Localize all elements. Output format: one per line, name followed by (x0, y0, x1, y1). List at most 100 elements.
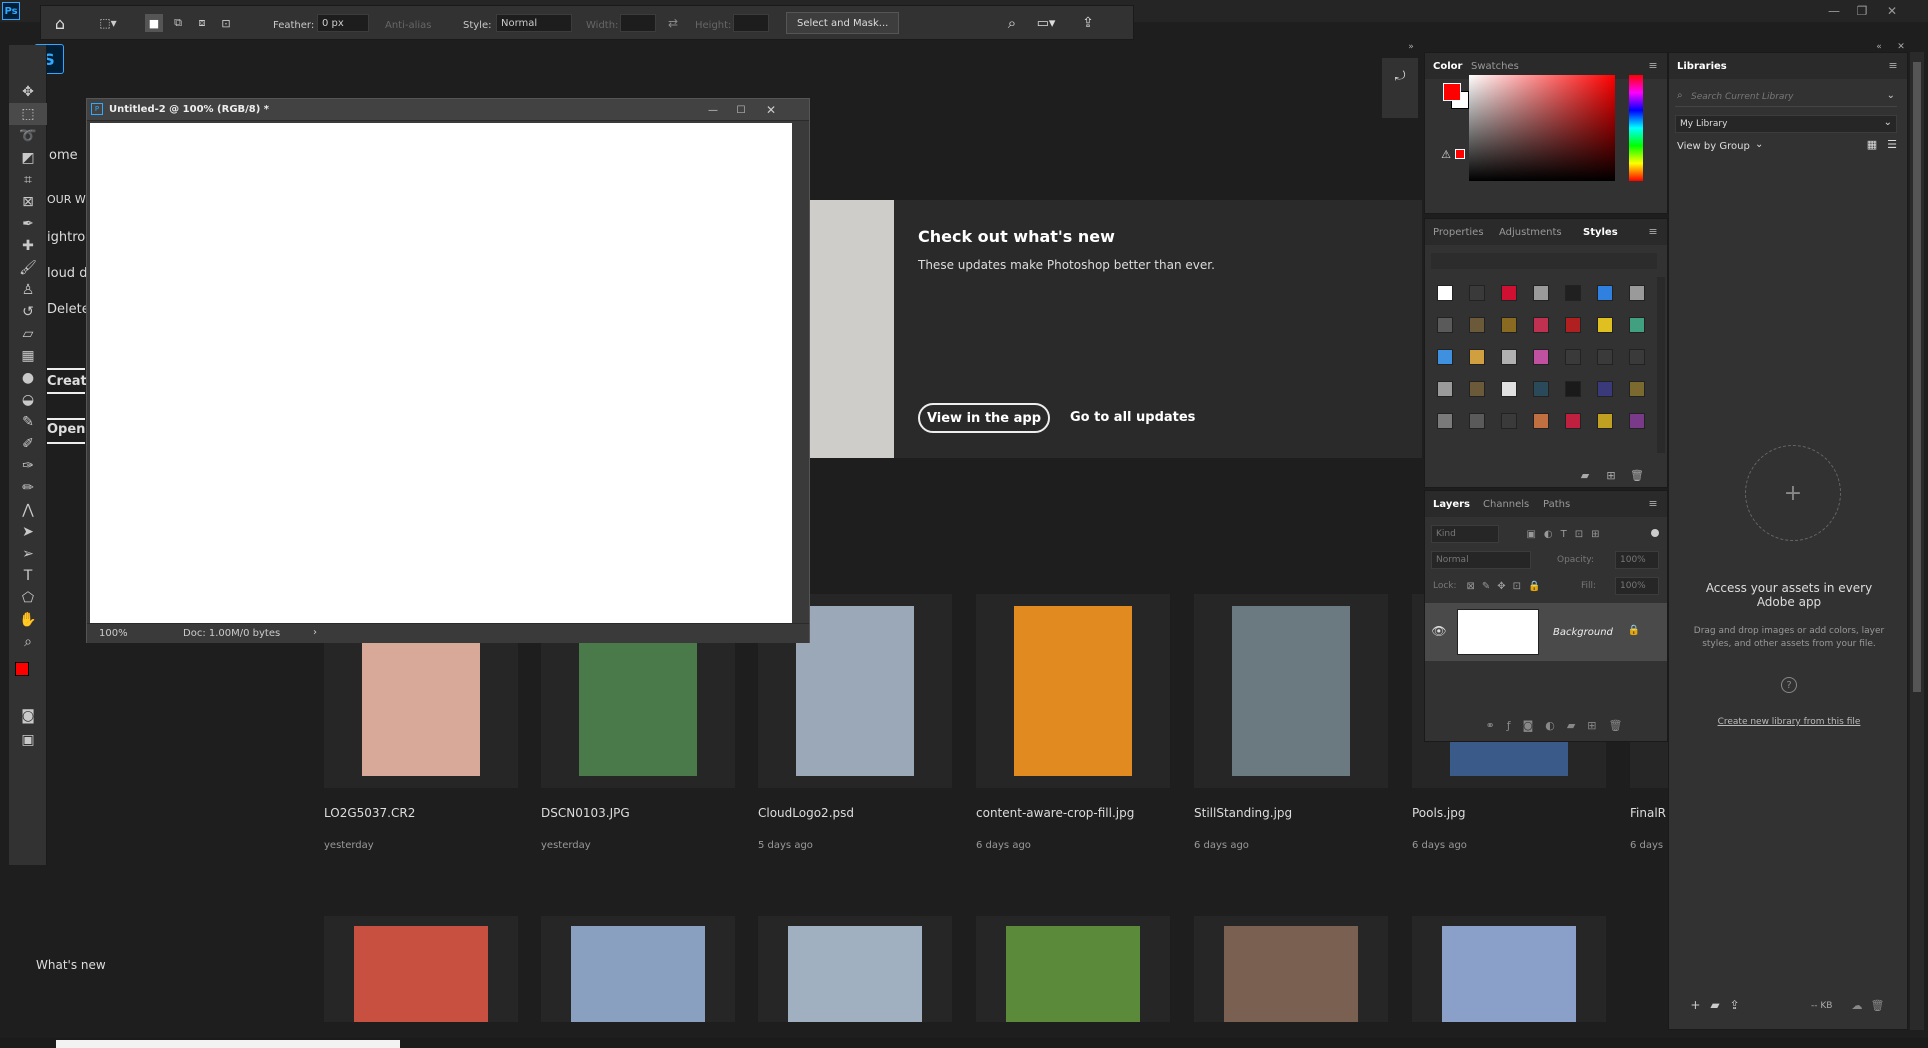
shape-tool-icon[interactable]: ⬠ (9, 587, 47, 609)
style-swatch[interactable] (1629, 285, 1645, 301)
move-tool-icon[interactable]: ✥ (9, 81, 47, 103)
home-open-button[interactable]: Open (47, 422, 85, 437)
recent-file-name[interactable]: LO2G5037.CR2 (324, 806, 415, 820)
style-swatch[interactable] (1533, 381, 1549, 397)
style-swatch[interactable] (1565, 413, 1581, 429)
list-view-icon[interactable]: ☰ (1885, 137, 1899, 151)
document-canvas[interactable] (90, 123, 792, 623)
style-swatch[interactable] (1501, 317, 1517, 333)
style-swatch[interactable] (1501, 413, 1517, 429)
style-swatch[interactable] (1629, 381, 1645, 397)
view-by-group-dropdown[interactable]: View by Group (1677, 141, 1750, 152)
doc-scrollbar[interactable] (795, 123, 807, 623)
color-fg-swatch[interactable] (1443, 83, 1461, 101)
style-swatch[interactable] (1565, 317, 1581, 333)
style-swatch[interactable] (1469, 349, 1485, 365)
recent-file-name[interactable]: StillStanding.jpg (1194, 806, 1292, 820)
layer-kind-filter[interactable]: Kind (1431, 525, 1499, 543)
zoom-tool-icon[interactable]: ⌕ (9, 631, 47, 653)
recent-file-card[interactable] (1194, 916, 1388, 1022)
style-swatch[interactable] (1597, 317, 1613, 333)
close-lib-icon[interactable]: ✕ (1894, 42, 1908, 52)
antialias-checkbox[interactable]: Anti-alias (385, 20, 432, 31)
style-swatch[interactable] (1629, 413, 1645, 429)
pen-tool-icon[interactable]: ✎ (9, 411, 47, 433)
tab-paths[interactable]: Paths (1543, 499, 1570, 510)
recent-file-thumbnail[interactable] (1006, 926, 1140, 1022)
recent-file-thumbnail[interactable] (788, 926, 922, 1022)
history-panel-icon[interactable]: ⤾ (1390, 66, 1410, 86)
style-swatch[interactable] (1597, 349, 1613, 365)
grid-view-icon[interactable]: ▦ (1865, 137, 1879, 151)
minimize-button[interactable]: — (1822, 2, 1846, 20)
recent-file-name[interactable]: CloudLogo2.psd (758, 806, 854, 820)
style-swatch[interactable] (1533, 349, 1549, 365)
hue-slider[interactable] (1629, 75, 1643, 181)
recent-file-thumbnail[interactable] (796, 606, 914, 776)
status-chevron-icon[interactable]: › (313, 627, 317, 638)
tab-adjustments[interactable]: Adjustments (1499, 227, 1562, 238)
library-search-chevron-icon[interactable]: ⌄ (1887, 90, 1895, 101)
workspace-icon[interactable]: ▭▾ (1031, 12, 1061, 34)
new-selection-icon[interactable]: ■ (145, 14, 163, 32)
gamut-color-swatch[interactable] (1455, 149, 1465, 159)
libraries-panel-menu-icon[interactable]: ≡ (1887, 59, 1899, 72)
lock-icons[interactable]: ⊠✎✥⊡🔒 (1457, 579, 1557, 593)
crop-tool-icon[interactable]: ⌗ (9, 169, 47, 191)
style-swatch[interactable] (1565, 349, 1581, 365)
select-and-mask-button[interactable]: Select and Mask... (786, 12, 900, 34)
recent-file-thumbnail[interactable] (1442, 926, 1576, 1022)
style-swatch[interactable] (1597, 381, 1613, 397)
style-swatch[interactable] (1469, 381, 1485, 397)
collapse-panels-icon[interactable]: » (1404, 42, 1418, 52)
view-in-app-button[interactable]: View in the app (918, 403, 1050, 433)
home-nav-deleted[interactable]: Delete (47, 302, 90, 317)
styles-scrollbar[interactable] (1657, 277, 1665, 453)
color-field[interactable] (1469, 75, 1615, 181)
width-input[interactable] (620, 14, 656, 32)
doc-maximize-icon[interactable]: ☐ (733, 102, 749, 118)
style-swatch[interactable] (1437, 285, 1453, 301)
library-chevron-icon[interactable]: ⌄ (1884, 117, 1892, 128)
styles-panel-menu-icon[interactable]: ≡ (1647, 225, 1659, 238)
library-search[interactable]: ⌕ Search Current Library ⌄ (1675, 87, 1897, 107)
style-swatch[interactable] (1565, 285, 1581, 301)
recent-file-card[interactable] (758, 916, 952, 1022)
recent-file-name[interactable]: FinalR (1630, 806, 1666, 820)
zoom-level[interactable]: 100% (99, 628, 128, 639)
recent-file-thumbnail[interactable] (1224, 926, 1358, 1022)
home-nav-home[interactable]: ome (49, 148, 78, 163)
tab-layers[interactable]: Layers (1433, 499, 1470, 510)
tab-properties[interactable]: Properties (1433, 227, 1484, 238)
add-selection-icon[interactable]: ⧉ (169, 14, 187, 32)
height-input[interactable] (733, 14, 769, 32)
search-icon[interactable]: ⌕ (1001, 12, 1023, 34)
style-folder-icon[interactable]: ▰ (1577, 467, 1593, 483)
restore-button[interactable]: ❐ (1850, 2, 1874, 20)
style-swatch[interactable] (1437, 317, 1453, 333)
right-scrollbar[interactable] (1910, 52, 1924, 1030)
marquee-tool-icon[interactable]: ⬚ (9, 103, 47, 125)
opacity-input[interactable]: 100% (1615, 551, 1659, 569)
style-swatch[interactable] (1597, 413, 1613, 429)
layers-panel-menu-icon[interactable]: ≡ (1647, 497, 1659, 510)
quick-mask-icon[interactable]: ◙ (9, 705, 47, 727)
style-swatch[interactable] (1533, 317, 1549, 333)
style-delete-icon[interactable]: 🗑 (1629, 467, 1645, 483)
subtract-selection-icon[interactable]: ⧈ (193, 14, 211, 32)
color-panel-menu-icon[interactable]: ≡ (1647, 59, 1659, 72)
filter-toggle-icon[interactable] (1651, 529, 1659, 537)
healing-brush-tool-icon[interactable]: ✚ (9, 235, 47, 257)
dodge-tool-icon[interactable]: ◒ (9, 389, 47, 411)
type-tool-icon[interactable]: T (9, 565, 47, 587)
foreground-color-swatch[interactable] (15, 662, 29, 676)
home-icon[interactable]: ⌂ (49, 12, 71, 34)
blur-tool-icon[interactable]: ● (9, 367, 47, 389)
history-brush-tool-icon[interactable]: ↺ (9, 301, 47, 323)
marquee-preset-icon[interactable]: ⬚▾ (93, 12, 123, 34)
style-swatch[interactable] (1597, 285, 1613, 301)
layer-actions-icons[interactable]: ⚭ƒ◙◐▰⊞🗑 (1465, 717, 1655, 733)
doc-info[interactable]: Doc: 1.00M/0 bytes (183, 628, 280, 639)
style-swatch[interactable] (1469, 317, 1485, 333)
tab-swatches[interactable]: Swatches (1471, 61, 1519, 72)
